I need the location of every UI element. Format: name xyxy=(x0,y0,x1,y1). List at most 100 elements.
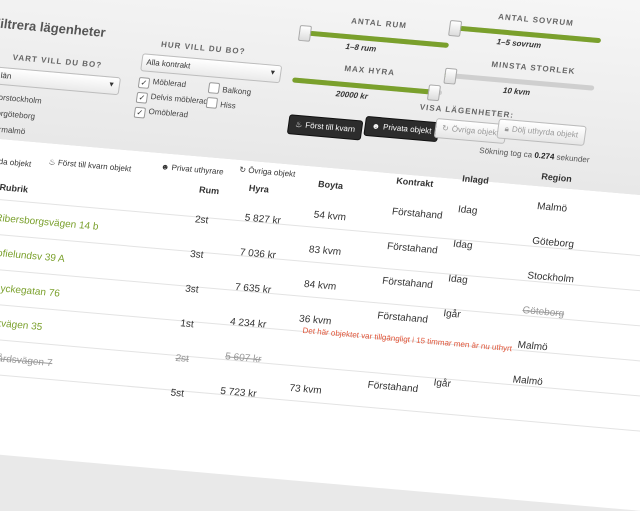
cell-contract: Förstahand xyxy=(366,379,419,396)
location-caption: VART VILL DU BO? xyxy=(12,52,103,70)
extra-option-1[interactable]: Hiss xyxy=(205,96,237,111)
region-option-1[interactable]: Storgöteborg xyxy=(0,105,36,121)
col-header-rent[interactable]: Hyra xyxy=(248,183,269,195)
max-rent-slider-handle[interactable] xyxy=(426,84,442,102)
extra-label: Balkong xyxy=(221,85,252,97)
rooms-slider-handle[interactable] xyxy=(297,24,313,42)
living-caption: HUR VILL DU BO? xyxy=(160,39,247,57)
furnish-label: Delvis möblerad xyxy=(150,92,209,107)
legend-label: Först till kvarn objekt xyxy=(57,158,132,174)
region-option-0[interactable]: Storstockholm xyxy=(0,89,43,106)
extra-checkbox[interactable] xyxy=(205,96,219,109)
cell-size: 54 kvm xyxy=(313,209,347,224)
legend-rented[interactable]: 🔒︎ Uthyrda objekt xyxy=(0,155,32,170)
cell-rooms: 2st xyxy=(174,352,190,365)
extra-checkbox[interactable] xyxy=(207,82,221,94)
chevron-down-icon: ▼ xyxy=(107,81,116,89)
region-select-value: Alla län xyxy=(0,70,13,81)
max-rent-value: 20000 kr xyxy=(335,89,369,101)
private-button[interactable]: ☻ Privata objekt xyxy=(363,115,440,143)
contract-select-value: Alla kontrakt xyxy=(145,57,191,71)
furnish-label: Omöblerad xyxy=(147,106,189,120)
cell-rent: 7 635 kr xyxy=(234,281,272,296)
chevron-down-icon: ▼ xyxy=(268,69,277,77)
legend-private[interactable]: ☻ Privat uthyrare xyxy=(160,162,224,176)
cell-region: Stockholm xyxy=(526,270,575,286)
cell-rent: 7 036 kr xyxy=(239,247,277,262)
rented-notice: Det här objektet var tillgängligt i 15 t… xyxy=(301,325,513,354)
region-option-label: Stormalmö xyxy=(0,123,26,137)
cell-rent: 5 827 kr xyxy=(243,212,282,227)
cell-size: 83 kvm xyxy=(308,244,342,258)
search-time: Sökning tog ca 0.274 sekunder xyxy=(479,146,590,165)
search-time-suffix: sekunder xyxy=(556,152,591,165)
bedrooms-slider-handle[interactable] xyxy=(448,20,463,37)
bedrooms-value: 1–5 sovrum xyxy=(496,37,542,50)
bedrooms-caption: ANTAL SOVRUM xyxy=(497,12,575,28)
check-icon[interactable]: ✓ xyxy=(133,106,147,119)
cell-region: Malmö xyxy=(536,201,568,215)
cell-size: 73 kvm xyxy=(288,382,323,397)
cell-rooms: 1st xyxy=(179,318,195,331)
search-time-prefix: Sökning tog ca xyxy=(478,145,533,160)
cell-added: Igår xyxy=(442,308,462,321)
person-icon: ☻ xyxy=(371,121,381,132)
extra-option-0[interactable]: Balkong xyxy=(207,82,252,97)
furnish-label: Möblerad xyxy=(152,77,187,90)
hide-rented-label: Dölj uthyrda objekt xyxy=(511,124,579,140)
other-label: Övriga objekt xyxy=(451,124,500,138)
first-come-button[interactable]: ♨ Först till kvarn xyxy=(286,114,364,141)
col-header-title[interactable]: Rubrik xyxy=(0,182,29,194)
cell-contract: Förstahand xyxy=(381,275,434,292)
furnish-option-0[interactable]: ✓ Möblerad xyxy=(137,76,187,92)
refresh-icon: ↻ xyxy=(441,123,450,134)
legend-label: Uthyrda objekt xyxy=(0,155,32,169)
check-icon[interactable]: ✓ xyxy=(135,91,149,104)
cell-rooms: 5st xyxy=(169,387,185,400)
rooms-caption: ANTAL RUM xyxy=(350,16,408,31)
legend-first-come[interactable]: ♨ Först till kvarn objekt xyxy=(48,157,132,173)
flame-icon: ♨ xyxy=(294,119,304,130)
other-button[interactable]: ↻ Övriga objekt xyxy=(433,118,508,145)
tilted-page: Filtrera lägenheter VART VILL DU BO? All… xyxy=(0,0,640,511)
check-icon[interactable]: ✓ xyxy=(137,77,151,89)
results-panel: 🔒︎ Uthyrda objekt ♨ Först till kvarn obj… xyxy=(0,133,640,511)
region-select[interactable]: Alla län ▼ xyxy=(0,65,122,96)
legend-other[interactable]: ↻ Övriga objekt xyxy=(239,165,296,179)
cell-added: Igår xyxy=(432,377,452,390)
cell-rooms: 2st xyxy=(194,214,210,227)
listing-title-link[interactable]: Ribersborgsvägen 14 b xyxy=(0,213,99,233)
listing-title-link[interactable]: Smyckegatan 76 xyxy=(0,282,61,299)
col-header-added[interactable]: Inlagd xyxy=(462,173,490,185)
col-header-rooms[interactable]: Rum xyxy=(199,185,220,197)
listing-title-link[interactable]: Sofielundsv 39 A xyxy=(0,247,65,264)
min-size-value: 10 kvm xyxy=(502,85,531,98)
cell-added: Idag xyxy=(447,273,469,287)
cell-contract: Förstahand xyxy=(386,241,439,257)
cell-added: Idag xyxy=(452,238,474,252)
region-option-2[interactable]: Stormalmö xyxy=(0,121,26,136)
min-size-slider-handle[interactable] xyxy=(443,67,458,85)
listing-title-link[interactable]: Parkvägen 35 xyxy=(0,317,43,333)
refresh-icon: ↻ xyxy=(238,165,247,175)
hide-rented-button[interactable]: 🔒︎ Dölj uthyrda objekt xyxy=(496,118,587,146)
private-label: Privata objekt xyxy=(382,122,433,136)
cell-rent: 5 723 kr xyxy=(219,385,258,400)
first-come-label: Först till kvarn xyxy=(304,120,356,134)
extra-label: Hiss xyxy=(219,100,237,111)
max-rent-caption: MAX HYRA xyxy=(343,63,396,78)
listing-title-link[interactable]: Nergårdsvägen 7 xyxy=(0,351,53,369)
region-option-label: Storgöteborg xyxy=(0,108,36,121)
legend-label: Övriga objekt xyxy=(247,165,296,179)
show-caption: VISA LÄGENHETER: xyxy=(419,102,515,120)
legend-label: Privat uthyrare xyxy=(171,163,225,177)
cell-size: 84 kvm xyxy=(303,278,337,293)
row-divider xyxy=(0,365,640,434)
region-option-label: Storstockholm xyxy=(0,92,43,106)
person-icon: ☻ xyxy=(160,162,171,172)
cell-rent: 5 607 kr xyxy=(224,351,263,366)
furnish-option-2[interactable]: ✓ Omöblerad xyxy=(133,106,189,123)
col-header-contract[interactable]: Kontrakt xyxy=(396,176,434,189)
col-header-size[interactable]: Boyta xyxy=(317,179,343,191)
cell-contract: Förstahand xyxy=(391,206,444,222)
